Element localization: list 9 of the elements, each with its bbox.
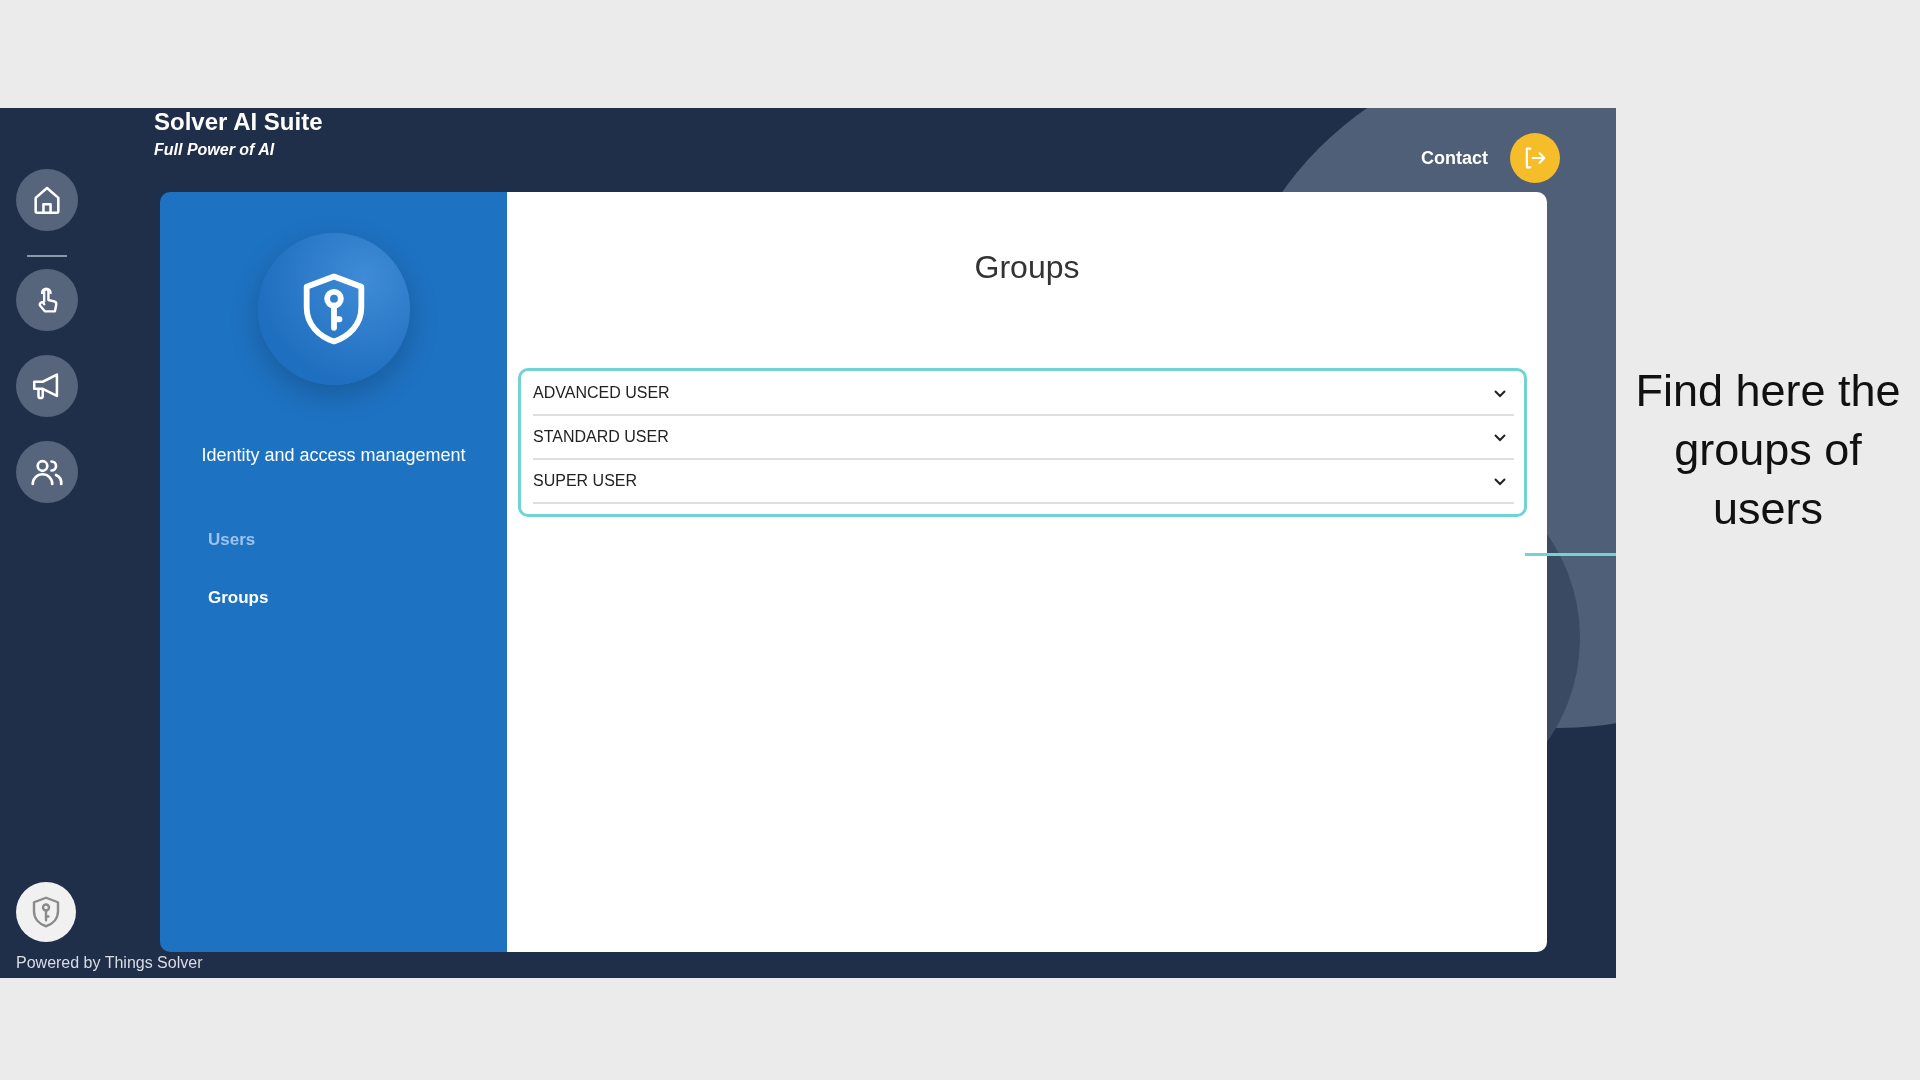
app-subtitle: Full Power of AI <box>154 141 276 159</box>
footer-text: Powered by Things Solver <box>16 954 203 972</box>
nav-link[interactable]: Groups <box>208 588 269 608</box>
app-title: Solver AI Suite <box>154 108 323 136</box>
contact-link[interactable]: Contact <box>1421 147 1488 169</box>
security-button[interactable] <box>16 882 76 942</box>
annotation-text: Find here the groups of users <box>1634 364 1902 536</box>
module-title: Identity and access management <box>201 445 466 466</box>
page-heading: Groups <box>974 249 1080 286</box>
